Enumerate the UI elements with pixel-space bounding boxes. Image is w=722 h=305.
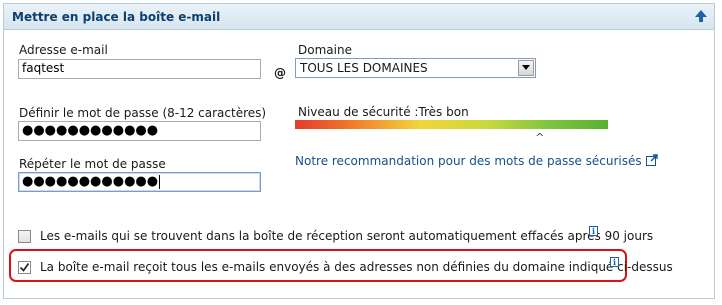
strength-label: Niveau de sécurité :Très bon <box>298 105 469 119</box>
password-input[interactable]: ●●●●●●●●●●●● <box>18 121 261 141</box>
domain-select-value: TOUS LES DOMAINES <box>300 61 428 75</box>
external-link-icon <box>645 154 658 169</box>
repeat-password-input[interactable]: ●●●●●●●●●●●● <box>18 172 261 192</box>
password-label: Définir le mot de passe (8-12 caractères… <box>19 106 267 120</box>
email-input[interactable]: faqtest <box>18 59 261 79</box>
auto-delete-label: Les e-mails qui se trouvent dans la boît… <box>40 229 654 243</box>
recommendation-link-text: Notre recommandation pour des mots de pa… <box>295 154 642 168</box>
catch-all-label: La boîte e-mail reçoit tous les e-mails … <box>40 260 673 274</box>
password-value: ●●●●●●●●●●●● <box>22 123 159 138</box>
auto-delete-checkbox[interactable] <box>18 230 31 243</box>
domain-label: Domaine <box>298 43 352 57</box>
arrow-up-icon[interactable] <box>694 9 708 23</box>
email-value: faqtest <box>22 61 65 75</box>
repeat-password-value: ●●●●●●●●●●●● <box>22 174 159 189</box>
strength-marker: ^ <box>535 131 545 144</box>
info-icon[interactable]: i <box>610 257 619 267</box>
panel-title: Mettre en place la boîte e-mail <box>12 10 221 24</box>
catch-all-checkbox[interactable] <box>18 261 31 274</box>
email-label: Adresse e-mail <box>19 43 108 57</box>
checkmark-icon <box>19 262 30 272</box>
chevron-down-icon[interactable] <box>518 60 534 76</box>
info-icon[interactable]: i <box>589 226 598 236</box>
password-recommendation-link[interactable]: Notre recommandation pour des mots de pa… <box>295 154 658 169</box>
strength-bar <box>295 120 608 129</box>
at-sign: @ <box>274 66 286 80</box>
text-caret <box>159 174 161 189</box>
repeat-password-label: Répéter le mot de passe <box>19 157 166 171</box>
panel-header: Mettre en place la boîte e-mail <box>4 4 714 30</box>
domain-select[interactable]: TOUS LES DOMAINES <box>295 58 536 78</box>
